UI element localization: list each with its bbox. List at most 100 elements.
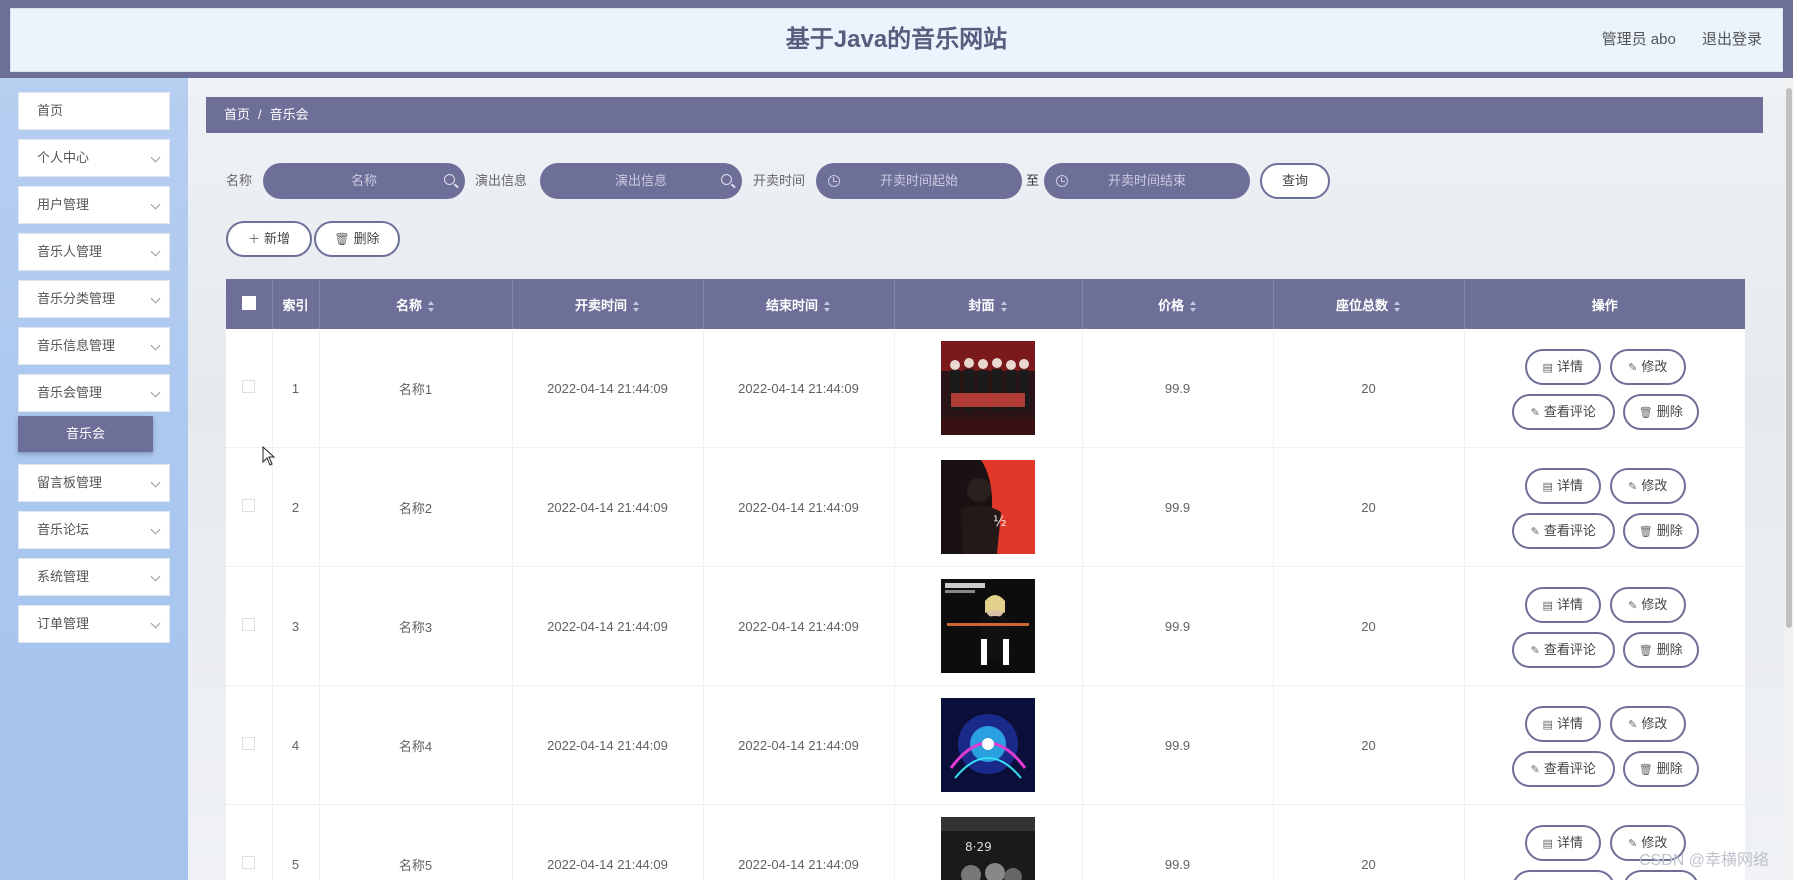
chevron-down-icon (150, 524, 161, 535)
breadcrumb-home[interactable]: 首页 (224, 107, 250, 122)
sidebar-item-musician-management[interactable]: 音乐人管理 (18, 233, 170, 271)
time-start-input[interactable]: 开卖时间起始 (816, 163, 1022, 199)
row-delete-button[interactable]: 🗑删除 (1622, 513, 1699, 549)
end-time-cell: 2022-04-14 21:44:09 (703, 566, 895, 686)
view-comments-button[interactable]: ✎查看评论 (1511, 751, 1615, 787)
row-checkbox[interactable] (242, 856, 256, 869)
edit-button[interactable]: ✎ 修改 (1609, 706, 1686, 742)
sort-icon[interactable] (1000, 300, 1008, 312)
column-header-actions: 操作 (1464, 279, 1745, 329)
column-header-end-time[interactable]: 结束时间 (703, 279, 895, 329)
column-header-label: 索引 (282, 297, 309, 313)
price-cell: 99.9 (1082, 566, 1274, 686)
sort-icon[interactable] (633, 300, 640, 312)
row-delete-button[interactable]: 🗑删除 (1622, 870, 1699, 880)
column-header-cover[interactable]: 封面 (894, 279, 1083, 329)
actions-cell: ▤详情✎修改✎查看评论🗑删除 (1464, 447, 1745, 567)
sidebar-item-user-management[interactable]: 用户管理 (18, 186, 170, 224)
row-delete-button[interactable]: 🗑删除 (1622, 632, 1699, 668)
edit-button-label: 修改 (1641, 478, 1668, 493)
sidebar-item-message-board-management[interactable]: 留言板管理 (18, 464, 170, 502)
add-button[interactable]: ＋ 新增 (226, 221, 312, 257)
detail-button[interactable]: ▤ 详情 (1524, 825, 1601, 861)
detail-button[interactable]: ▤ 详情 (1524, 587, 1601, 623)
row-delete-button[interactable]: 🗑删除 (1622, 394, 1699, 430)
breadcrumb-current: 音乐会 (269, 107, 309, 122)
row-delete-button-label: 删除 (1656, 523, 1683, 538)
sidebar-item-label: 音乐会管理 (37, 385, 103, 400)
detail-button[interactable]: ▤ 详情 (1524, 468, 1601, 504)
delete-button[interactable]: 🗑 删除 (314, 221, 400, 257)
sidebar-item-label: 音乐人管理 (37, 244, 103, 259)
sidebar-item-label: 个人中心 (37, 150, 90, 165)
sidebar-item-music-category-management[interactable]: 音乐分类管理 (18, 280, 170, 318)
row-actions: ▤详情✎修改✎查看评论🗑删除 (1511, 462, 1699, 552)
pencil-icon: ✎ (1628, 719, 1638, 731)
sidebar-item-order-management[interactable]: 订单管理 (18, 605, 170, 643)
time-end-input[interactable]: 开卖时间结束 (1044, 163, 1250, 199)
edit-button[interactable]: ✎ 修改 (1609, 349, 1686, 385)
trash-icon: 🗑 (1638, 764, 1653, 776)
sidebar-item-home[interactable]: 首页 (18, 92, 170, 130)
detail-button[interactable]: ▤ 详情 (1524, 706, 1601, 742)
name-search-input[interactable]: 名称 (263, 163, 465, 199)
row-checkbox[interactable] (242, 737, 256, 750)
trash-icon: 🗑 (1638, 526, 1653, 538)
price-cell: 99.9 (1082, 447, 1274, 567)
sort-icon[interactable] (824, 300, 831, 312)
detail-button[interactable]: ▤ 详情 (1524, 349, 1601, 385)
scrollbar-thumb[interactable] (1786, 88, 1792, 628)
cover-cell: ½ (894, 447, 1083, 567)
actions-cell: ▤详情✎修改 ✎查看评论🗑删除 (1464, 566, 1745, 686)
name-cell: 名称2 (319, 447, 513, 567)
sidebar-item-label: 首页 (37, 103, 64, 118)
column-header-label: 操作 (1591, 297, 1618, 313)
sidebar-item-music-info-management[interactable]: 音乐信息管理 (18, 327, 170, 365)
delete-button-label: 删除 (353, 231, 380, 246)
column-header-name[interactable]: 名称 (319, 279, 513, 329)
view-comments-button[interactable]: ✎查看评论 (1511, 394, 1615, 430)
svg-text:8·29: 8·29 (965, 840, 992, 854)
admin-label: 管理员 abo (1601, 31, 1676, 48)
row-checkbox[interactable] (242, 618, 256, 631)
cover-cell (894, 329, 1083, 448)
sidebar-subitem-concert[interactable]: 音乐会 (18, 416, 153, 452)
sort-icon[interactable] (1394, 300, 1401, 312)
row-checkbox[interactable] (242, 380, 256, 393)
name-cell: 名称4 (319, 685, 513, 805)
query-button[interactable]: 查询 (1260, 163, 1330, 199)
edit-button[interactable]: ✎ 修改 (1609, 587, 1686, 623)
column-header-price[interactable]: 价格 (1082, 279, 1274, 329)
sidebar-item-label: 音乐分类管理 (37, 291, 116, 306)
column-header-start-time[interactable]: 开卖时间 (512, 279, 704, 329)
sidebar-item-personal-center[interactable]: 个人中心 (18, 139, 170, 177)
view-comments-button-label: 查看评论 (1543, 523, 1596, 538)
row-delete-button-label: 删除 (1656, 404, 1683, 419)
edit-button[interactable]: ✎ 修改 (1609, 468, 1686, 504)
pencil-icon: ✎ (1530, 407, 1540, 419)
page-scrollbar[interactable] (1785, 78, 1793, 880)
sort-icon[interactable] (1190, 300, 1197, 312)
detail-button-label: 详情 (1556, 359, 1583, 374)
cover-image (941, 579, 1035, 673)
column-header-seats[interactable]: 座位总数 (1273, 279, 1465, 329)
view-comments-button[interactable]: ✎查看评论 (1511, 513, 1615, 549)
sidebar-item-system-management[interactable]: 系统管理 (18, 558, 170, 596)
row-delete-button-label: 删除 (1656, 642, 1683, 657)
view-comments-button[interactable]: ✎查看评论 (1511, 870, 1615, 880)
sidebar-item-music-forum[interactable]: 音乐论坛 (18, 511, 170, 549)
select-all-checkbox[interactable] (241, 295, 256, 310)
sort-icon[interactable] (428, 300, 435, 312)
row-checkbox[interactable] (242, 499, 256, 512)
view-comments-button[interactable]: ✎查看评论 (1511, 632, 1615, 668)
row-actions: ▤详情✎修改 ✎查看评论🗑删除 (1511, 700, 1699, 790)
pencil-icon: ✎ (1628, 838, 1638, 850)
detail-button-label: 详情 (1556, 597, 1583, 612)
column-header-label: 开卖时间 (574, 297, 627, 313)
row-delete-button[interactable]: 🗑删除 (1622, 751, 1699, 787)
search-icon (444, 174, 455, 185)
row-actions: ▤详情✎修改 ✎查看评论🗑删除 (1511, 581, 1699, 671)
sidebar-item-concert-management[interactable]: 音乐会管理 (18, 374, 170, 412)
logout-link[interactable]: 退出登录 (1702, 31, 1762, 48)
info-search-input[interactable]: 演出信息 (540, 163, 742, 199)
